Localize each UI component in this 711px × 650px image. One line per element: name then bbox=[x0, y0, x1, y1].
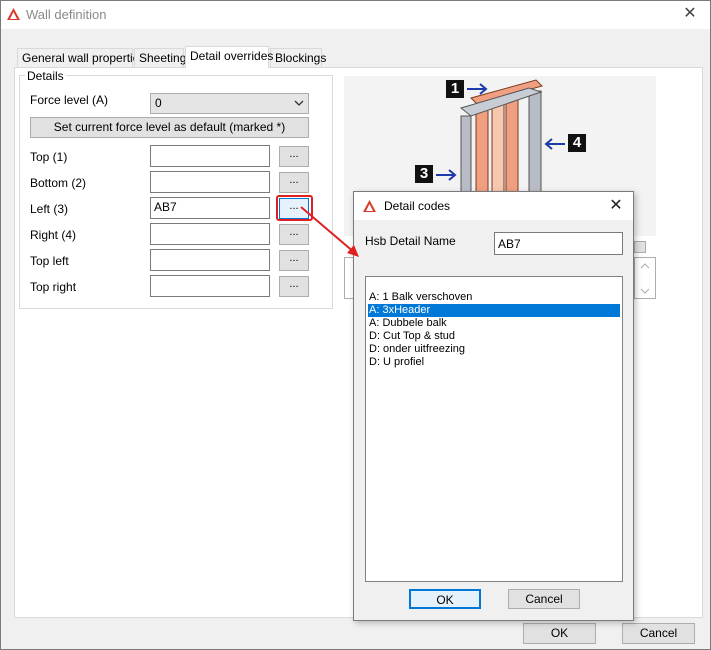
bottom-2-field[interactable] bbox=[150, 171, 270, 193]
chevron-down-icon bbox=[640, 288, 650, 294]
tab-general-wall-properties[interactable]: General wall properties bbox=[17, 48, 145, 68]
list-item[interactable]: A: Dubbele balk bbox=[368, 317, 620, 330]
ok-button[interactable]: OK bbox=[523, 623, 596, 644]
tab-blockings[interactable]: Blockings bbox=[270, 48, 326, 68]
tab-detail-overrides[interactable]: Detail overrides bbox=[185, 46, 273, 68]
top-1-label: Top (1) bbox=[30, 150, 68, 164]
force-level-value: 0 bbox=[155, 96, 162, 110]
dialog-cancel-button[interactable]: Cancel bbox=[508, 589, 580, 609]
hidden-scroll-area bbox=[634, 257, 656, 299]
window-title: Wall definition bbox=[26, 7, 107, 22]
top-right-field[interactable] bbox=[150, 275, 270, 297]
top-1-field[interactable] bbox=[150, 145, 270, 167]
marker-1: 1 bbox=[446, 80, 464, 98]
marker-4: 4 bbox=[568, 134, 586, 152]
top-right-label: Top right bbox=[30, 280, 77, 294]
details-group-label: Details bbox=[25, 69, 66, 83]
bottom-2-browse-button[interactable]: ... bbox=[279, 172, 309, 193]
top-left-field[interactable] bbox=[150, 249, 270, 271]
chevron-up-icon bbox=[640, 263, 650, 269]
detail-codes-dialog: Detail codes ✕ Hsb Detail Name AB7 A: 1 … bbox=[353, 191, 634, 621]
set-default-force-level-button[interactable]: Set current force level as default (mark… bbox=[30, 117, 309, 138]
top-1-browse-button[interactable]: ... bbox=[279, 146, 309, 167]
top-left-label: Top left bbox=[30, 254, 69, 268]
marker-3: 3 bbox=[415, 165, 433, 183]
dialog-ok-button[interactable]: OK bbox=[409, 589, 481, 609]
arrow-left-icon bbox=[544, 138, 565, 150]
close-icon[interactable]: ✕ bbox=[678, 3, 702, 25]
hsb-detail-name-field[interactable]: AB7 bbox=[494, 232, 623, 255]
cancel-button[interactable]: Cancel bbox=[622, 623, 695, 644]
list-item[interactable]: D: U profiel bbox=[368, 356, 620, 369]
list-item[interactable]: D: onder uitfreezing bbox=[368, 343, 620, 356]
force-level-select[interactable]: 0 bbox=[150, 93, 309, 114]
force-level-label: Force level (A) bbox=[30, 93, 109, 107]
chevron-down-icon bbox=[294, 100, 304, 106]
title-bar: Wall definition ✕ bbox=[1, 1, 710, 29]
arrow-right-icon bbox=[436, 169, 457, 181]
bottom-2-label: Bottom (2) bbox=[30, 176, 87, 190]
dialog-title: Detail codes bbox=[384, 199, 451, 213]
right-4-label: Right (4) bbox=[30, 228, 77, 242]
hsb-detail-name-label: Hsb Detail Name bbox=[365, 234, 456, 248]
left-3-label: Left (3) bbox=[30, 202, 69, 216]
left-3-field[interactable]: AB7 bbox=[150, 197, 270, 219]
dialog-close-icon[interactable]: ✕ bbox=[605, 195, 627, 217]
detail-codes-list[interactable]: A: 1 Balk verschoven A: 3xHeader A: Dubb… bbox=[365, 276, 623, 582]
app-logo-icon bbox=[7, 8, 20, 20]
top-right-browse-button[interactable]: ... bbox=[279, 276, 309, 297]
right-4-field[interactable] bbox=[150, 223, 270, 245]
list-item-selected[interactable]: A: 3xHeader bbox=[368, 304, 620, 317]
hidden-control bbox=[634, 241, 646, 253]
dialog-title-bar: Detail codes ✕ bbox=[354, 192, 633, 220]
list-item[interactable]: A: 1 Balk verschoven bbox=[368, 291, 620, 304]
annotation-arrow-icon bbox=[300, 206, 359, 257]
list-item[interactable]: D: Cut Top & stud bbox=[368, 330, 620, 343]
arrow-right-icon bbox=[467, 83, 488, 95]
tab-sheeting[interactable]: Sheeting bbox=[134, 48, 186, 68]
